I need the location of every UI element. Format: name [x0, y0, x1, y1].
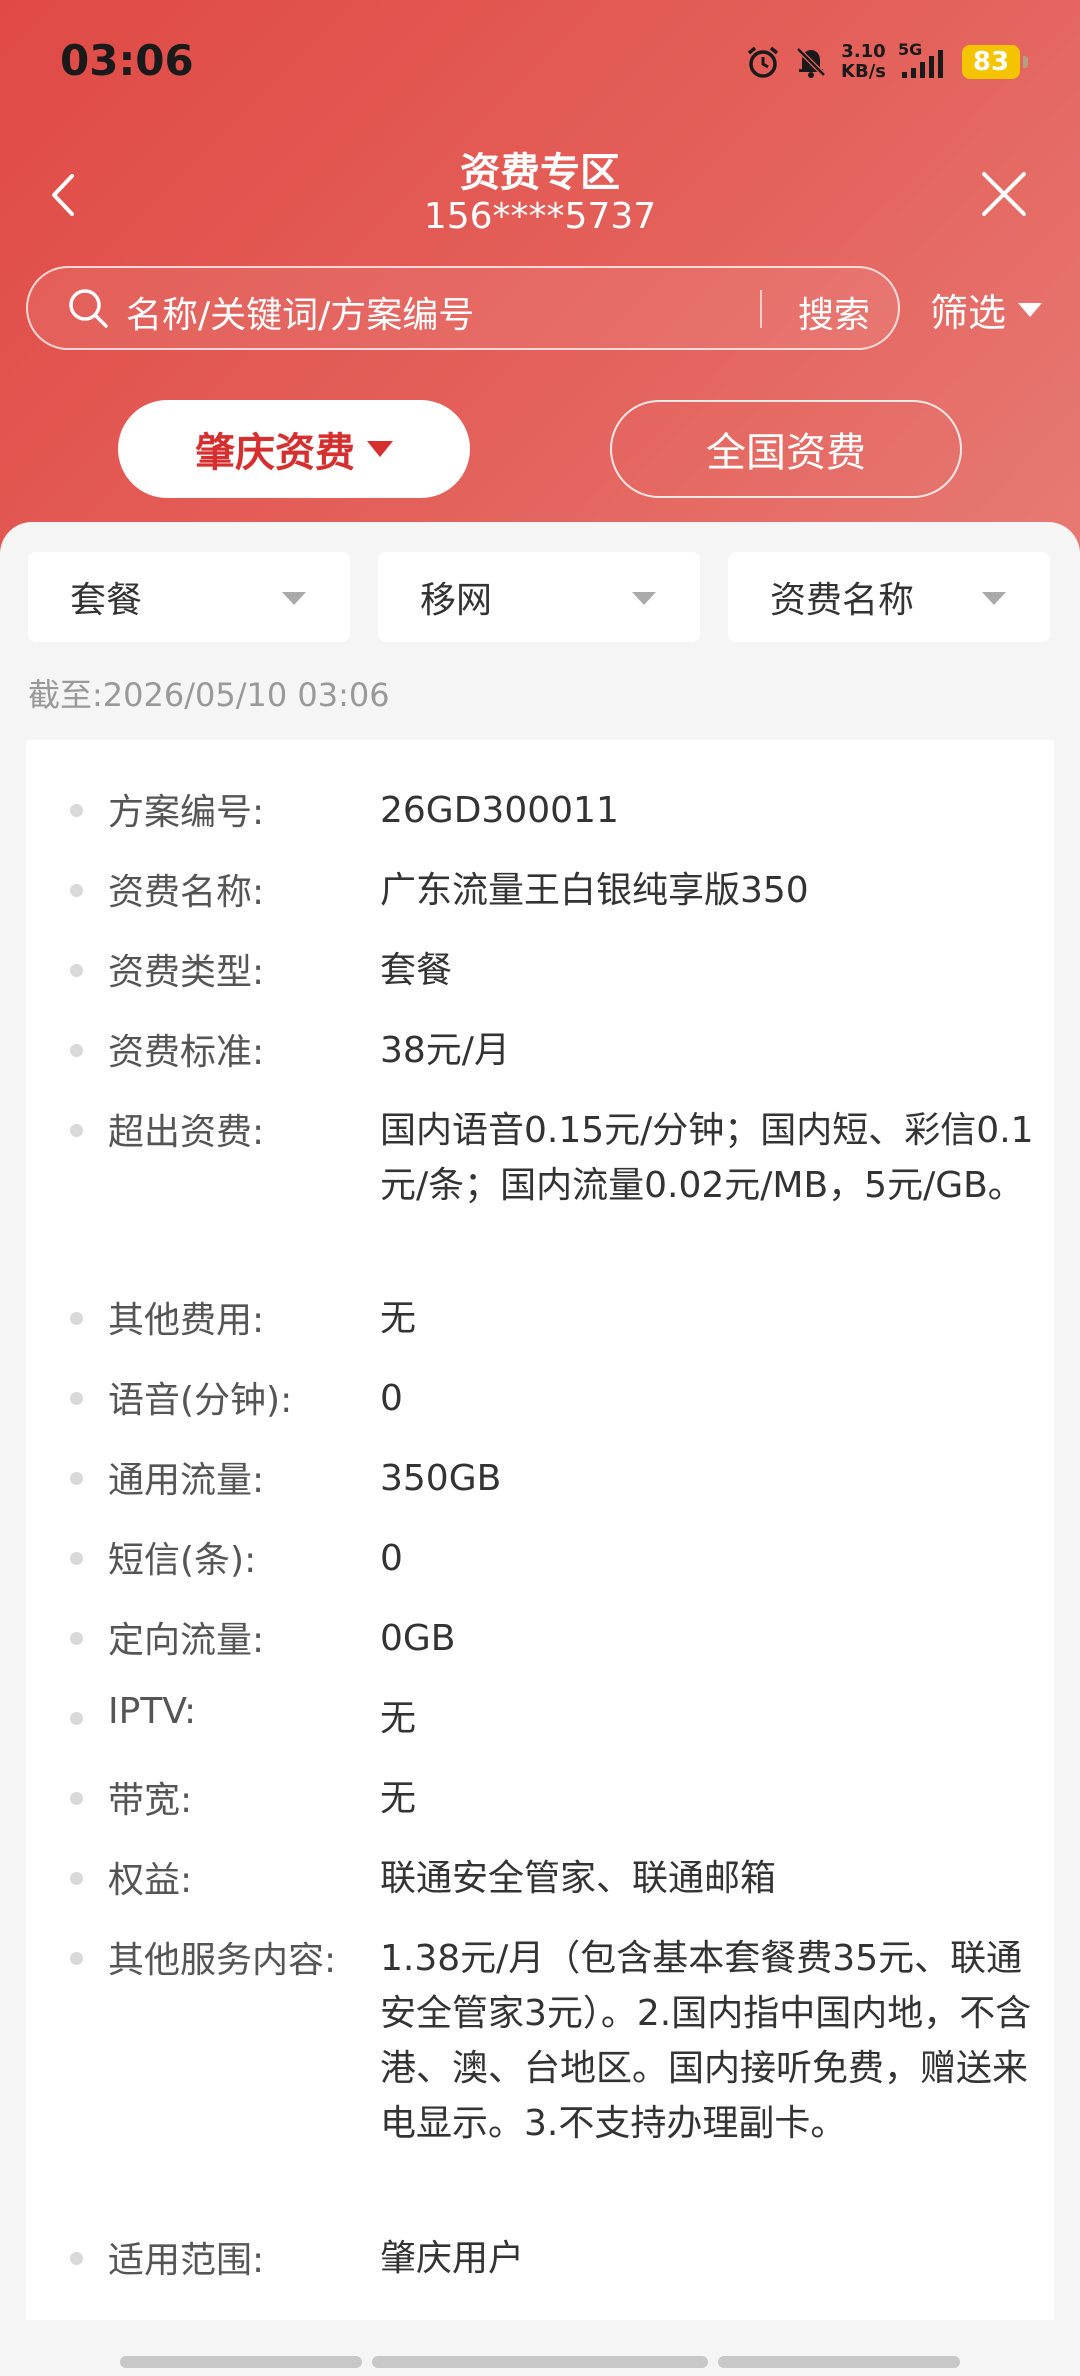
- bullet-icon: [70, 1472, 83, 1485]
- detail-label: 适用范围:: [108, 2240, 265, 2281]
- search-placeholder: 名称/关键词/方案编号: [126, 295, 475, 336]
- detail-label: 资费名称:: [108, 872, 265, 913]
- dropdown-label: 移网: [420, 580, 493, 621]
- battery-icon: 83: [962, 45, 1028, 79]
- detail-value: 0: [380, 1538, 403, 1579]
- timestamp-value: 2026/05/10 03:06: [102, 676, 390, 714]
- detail-label: 带宽:: [108, 1780, 193, 1821]
- mute-bell-icon: [793, 44, 829, 80]
- detail-label: 超出资费:: [108, 1112, 265, 1153]
- caret-down-icon: [982, 592, 1006, 605]
- bullet-icon: [70, 1632, 83, 1645]
- detail-label: 短信(条):: [108, 1540, 257, 1581]
- detail-value: 无: [380, 1778, 417, 1819]
- detail-label: 方案编号:: [108, 792, 265, 833]
- detail-value: 联通安全管家、联通邮箱: [380, 1858, 777, 1899]
- bullet-icon: [70, 1044, 83, 1057]
- detail-label: 其他服务内容:: [108, 1940, 337, 1981]
- detail-label: 资费标准:: [108, 1032, 265, 1073]
- detail-value: 0: [380, 1378, 403, 1419]
- detail-value: 套餐: [380, 950, 453, 991]
- dropdown-label: 套餐: [70, 580, 143, 621]
- status-time: 03:06: [60, 36, 194, 85]
- header-background: 03:06 3.10 KB/s 5G 83 资费专区 156****5737 名…: [0, 0, 1080, 560]
- detail-label: 语音(分钟):: [108, 1380, 293, 1421]
- detail-label: 通用流量:: [108, 1460, 265, 1501]
- dropdown-network[interactable]: 移网: [378, 552, 700, 642]
- status-bar: 03:06 3.10 KB/s 5G 83: [0, 0, 1080, 120]
- detail-label: 其他费用:: [108, 1300, 265, 1341]
- bullet-icon: [70, 884, 83, 897]
- detail-label: 权益:: [108, 1860, 193, 1901]
- network-speed: 3.10 KB/s: [841, 41, 886, 82]
- dropdown-package[interactable]: 套餐: [28, 552, 350, 642]
- scroll-indicator-segment: [372, 2356, 708, 2368]
- detail-label: 资费类型:: [108, 952, 265, 993]
- close-icon: [982, 172, 1026, 216]
- detail-label: 定向流量:: [108, 1620, 265, 1661]
- filter-button[interactable]: 筛选: [930, 282, 1043, 337]
- bullet-icon: [70, 1552, 83, 1565]
- dropdown-label: 资费名称: [770, 580, 915, 621]
- search-button[interactable]: 搜索: [798, 286, 870, 338]
- bullet-icon: [70, 1124, 83, 1137]
- phone-number: 156****5737: [423, 196, 657, 237]
- caret-down-icon: [632, 592, 656, 605]
- tab-label: 肇庆资费: [195, 430, 355, 476]
- bullet-icon: [70, 1872, 83, 1885]
- content-panel: 套餐 移网 资费名称 截至:2026/05/10 03:06 方案编号: 26G…: [0, 522, 1080, 2376]
- scroll-indicator-segment: [120, 2356, 362, 2368]
- signal-icon: 5G: [898, 40, 950, 82]
- detail-label: IPTV:: [108, 1691, 197, 1732]
- alarm-icon: [745, 44, 781, 80]
- bullet-icon: [70, 2252, 83, 2265]
- detail-value: 1.38元/月（包含基本套餐费35元、联通安全管家3元）。2.国内指中国内地，不…: [380, 1938, 1032, 2144]
- dropdown-tariff-name[interactable]: 资费名称: [728, 552, 1050, 642]
- timestamp-label: 截至:: [28, 676, 103, 714]
- as-of-timestamp: 截至:2026/05/10 03:06: [28, 670, 390, 716]
- bullet-icon: [70, 1312, 83, 1325]
- tab-zhaoqing-tariff[interactable]: 肇庆资费: [118, 400, 470, 498]
- search-input[interactable]: 名称/关键词/方案编号 搜索: [26, 266, 900, 350]
- filter-label: 筛选: [930, 291, 1007, 335]
- tariff-detail-card: 方案编号: 26GD300011 资费名称: 广东流量王白银纯享版350 资费类…: [26, 740, 1054, 2320]
- page-title: 资费专区: [460, 150, 620, 196]
- search-icon: [66, 286, 110, 330]
- bullet-icon: [70, 1952, 83, 1965]
- bullet-icon: [70, 1792, 83, 1805]
- bullet-icon: [70, 1392, 83, 1405]
- scroll-indicator-segment: [718, 2356, 960, 2368]
- detail-value: 0GB: [380, 1618, 456, 1659]
- detail-value: 38元/月: [380, 1030, 510, 1071]
- detail-value: 国内语音0.15元/分钟；国内短、彩信0.1元/条；国内流量0.02元/MB，5…: [380, 1110, 1034, 1206]
- tab-label: 全国资费: [706, 430, 866, 476]
- caret-down-icon: [1018, 302, 1043, 317]
- status-icons: 3.10 KB/s 5G 83: [745, 38, 1028, 86]
- detail-value: 26GD300011: [380, 790, 619, 831]
- bullet-icon: [70, 804, 83, 817]
- bullet-icon: [70, 964, 83, 977]
- caret-down-icon: [367, 441, 393, 457]
- detail-value: 广东流量王白银纯享版350: [380, 870, 809, 911]
- detail-value: 无: [380, 1698, 417, 1739]
- detail-value: 无: [380, 1298, 417, 1339]
- bullet-icon: [70, 1712, 83, 1725]
- tab-national-tariff[interactable]: 全国资费: [610, 400, 962, 498]
- detail-value: 350GB: [380, 1458, 502, 1499]
- detail-value: 肇庆用户: [380, 2238, 525, 2279]
- search-divider: [760, 290, 762, 328]
- close-button[interactable]: [976, 166, 1032, 222]
- caret-down-icon: [282, 592, 306, 605]
